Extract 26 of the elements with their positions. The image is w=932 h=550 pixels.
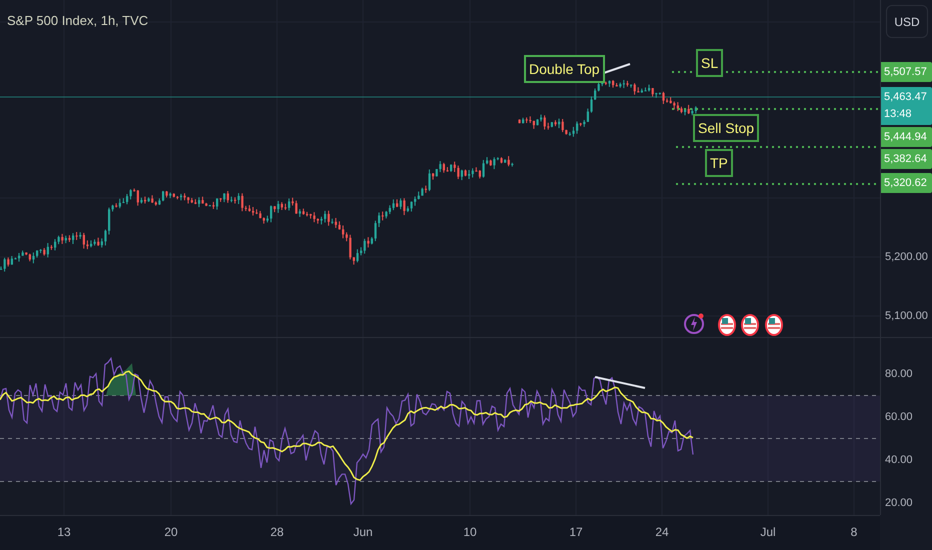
time-tick: 28 xyxy=(270,525,284,539)
level-label: SL xyxy=(696,49,724,77)
time-tick: 20 xyxy=(164,525,178,539)
time-tick: Jul xyxy=(760,525,776,539)
time-tick: 8 xyxy=(850,525,858,539)
price-label: 5,507.57 xyxy=(881,62,932,82)
price-tick: 5,100.00 xyxy=(885,310,928,322)
time-tick: 17 xyxy=(569,525,583,539)
price-label: 5,444.94 xyxy=(881,127,932,147)
current-price-label: 5,463.47 13:48 xyxy=(881,87,932,125)
currency-button[interactable]: USD xyxy=(886,5,928,38)
price-tick: 5,200.00 xyxy=(885,251,928,263)
rsi-tick: 80.00 xyxy=(885,368,913,380)
time-tick: 24 xyxy=(655,525,669,539)
time-tick: 13 xyxy=(57,525,71,539)
time-tick: Jun xyxy=(353,525,373,539)
chart-title: S&P 500 Index, 1h, TVC xyxy=(7,13,148,28)
pattern-label: Double Top xyxy=(524,55,605,83)
rsi-tick: 60.00 xyxy=(885,411,913,423)
rsi-tick: 20.00 xyxy=(885,497,913,509)
rsi-tick: 40.00 xyxy=(885,454,913,466)
level-label: TP xyxy=(705,149,733,177)
price-label: 5,320.62 xyxy=(881,173,932,193)
level-label: Sell Stop xyxy=(693,114,760,142)
price-label: 5,382.64 xyxy=(881,149,932,169)
time-tick: 10 xyxy=(463,525,477,539)
